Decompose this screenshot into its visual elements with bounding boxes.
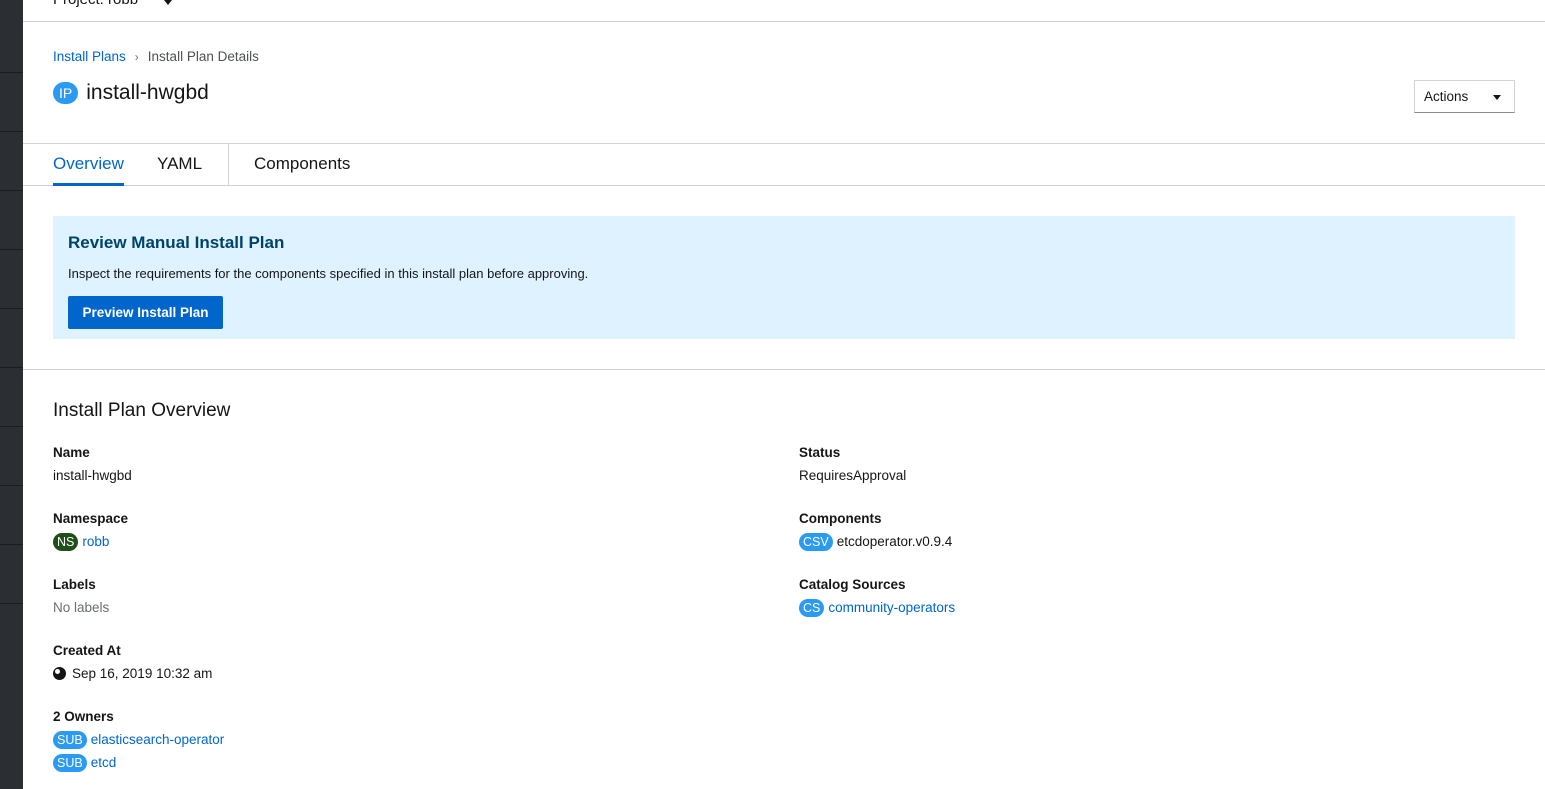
- sidebar-divider: [0, 603, 23, 604]
- sidebar-divider: [0, 131, 23, 132]
- name-label: Name: [53, 445, 90, 460]
- created-at-timestamp: Sep 16, 2019 10:32 am: [72, 666, 213, 681]
- owner-item: SUB elasticsearch-operator: [53, 728, 224, 751]
- labels-label: Labels: [53, 577, 96, 592]
- section-divider: [23, 369, 1545, 370]
- alert-title: Review Manual Install Plan: [68, 233, 285, 252]
- chevron-down-icon[interactable]: [164, 0, 172, 5]
- catalog-sources-label: Catalog Sources: [799, 577, 906, 592]
- tab-bar: Overview YAML Components: [23, 143, 1545, 186]
- created-at-field: Created At Sep 16, 2019 10:32 am: [53, 640, 212, 685]
- tab-divider: [228, 144, 229, 186]
- sidebar-divider: [0, 544, 23, 545]
- project-selector[interactable]: Project: robb: [53, 0, 138, 8]
- owner-badge: SUB: [53, 753, 87, 772]
- component-name: etcdoperator.v0.9.4: [836, 534, 953, 549]
- created-at-label: Created At: [53, 643, 121, 658]
- csv-badge: CSV: [799, 532, 833, 551]
- catalog-source-link[interactable]: community-operators: [828, 596, 955, 619]
- sidebar-divider: [0, 308, 23, 309]
- status-label: Status: [799, 445, 841, 460]
- name-field: Name install-hwgbd: [53, 442, 132, 487]
- owners-label: 2 Owners: [53, 709, 114, 724]
- sidebar-divider: [0, 249, 23, 250]
- sidebar-divider: [0, 190, 23, 191]
- breadcrumb-install-plans-link[interactable]: Install Plans: [53, 49, 126, 64]
- alert-text: Inspect the requirements for the compone…: [68, 266, 589, 281]
- section-title: Install Plan Overview: [53, 400, 231, 421]
- nav-sidebar: [0, 0, 23, 789]
- page-title: install-hwgbd: [86, 81, 209, 104]
- resource-badge: IP: [53, 82, 79, 104]
- namespace-value: NS robb: [53, 530, 128, 553]
- created-at-value: Sep 16, 2019 10:32 am: [53, 662, 212, 685]
- tab-yaml[interactable]: YAML: [157, 144, 202, 186]
- tab-components[interactable]: Components: [254, 144, 350, 186]
- tab-overview[interactable]: Overview: [53, 144, 124, 186]
- namespace-badge: NS: [53, 532, 79, 551]
- status-value: RequiresApproval: [799, 468, 907, 483]
- info-alert: Review Manual Install Plan Inspect the r…: [53, 216, 1515, 339]
- owner-badge: SUB: [53, 730, 87, 749]
- components-field: Components CSV etcdoperator.v0.9.4: [799, 508, 952, 553]
- catalog-source-badge: CS: [799, 598, 825, 617]
- sidebar-divider: [0, 72, 23, 73]
- owners-field: 2 Owners SUB elasticsearch-operator SUB …: [53, 706, 224, 774]
- preview-install-plan-button[interactable]: Preview Install Plan: [68, 296, 223, 329]
- components-label: Components: [799, 511, 882, 526]
- labels-field: Labels No labels: [53, 574, 109, 619]
- owner-item: SUB etcd: [53, 751, 224, 774]
- chevron-right-icon: ›: [134, 49, 139, 64]
- actions-label: Actions: [1424, 89, 1469, 104]
- main-content: Project: robb Install Plans › Install Pl…: [23, 0, 1545, 789]
- name-value: install-hwgbd: [53, 468, 132, 483]
- caret-down-icon: [1493, 95, 1501, 100]
- sidebar-divider: [0, 485, 23, 486]
- sidebar-divider: [0, 367, 23, 368]
- namespace-label: Namespace: [53, 511, 129, 526]
- breadcrumb: Install Plans › Install Plan Details: [53, 49, 259, 64]
- actions-dropdown[interactable]: Actions: [1414, 80, 1515, 113]
- owner-link[interactable]: etcd: [91, 751, 117, 774]
- components-value: CSV etcdoperator.v0.9.4: [799, 530, 952, 553]
- catalog-sources-value: CS community-operators: [799, 596, 955, 619]
- globe-icon: [53, 667, 66, 680]
- status-field: Status RequiresApproval: [799, 442, 906, 487]
- page-heading: IP install-hwgbd: [53, 81, 209, 105]
- labels-value: No labels: [53, 600, 110, 615]
- breadcrumb-current: Install Plan Details: [147, 49, 259, 64]
- sidebar-divider: [0, 426, 23, 427]
- catalog-sources-field: Catalog Sources CS community-operators: [799, 574, 955, 619]
- project-bar: Project: robb: [23, 0, 1545, 22]
- owner-link[interactable]: elasticsearch-operator: [91, 728, 225, 751]
- namespace-field: Namespace NS robb: [53, 508, 128, 553]
- namespace-link[interactable]: robb: [82, 530, 109, 553]
